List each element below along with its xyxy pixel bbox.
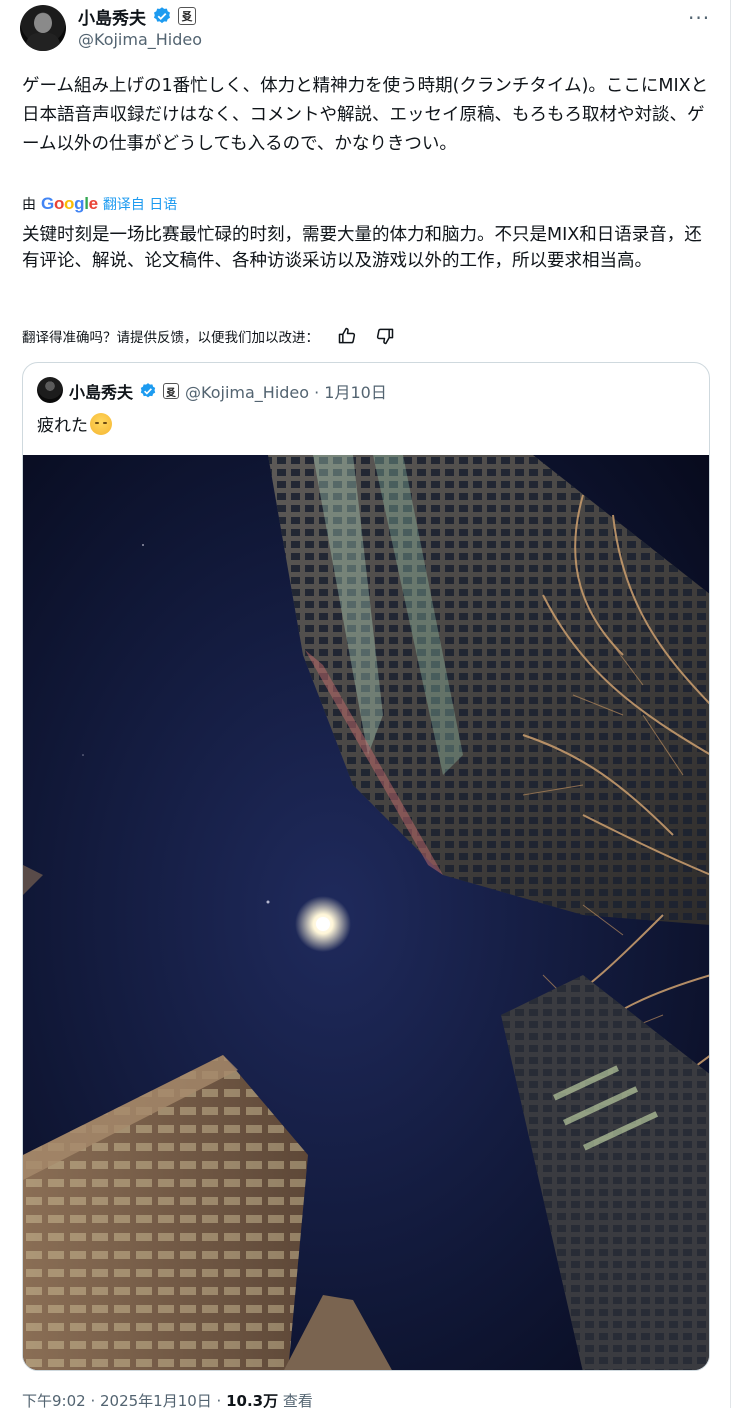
tweet-card: 小島秀夫 㕛 @Kojima_Hideo ··· ゲーム組み上げの1番忙しく、体… [0, 0, 731, 1408]
thumbs-down-icon[interactable] [375, 326, 395, 346]
views-label: 查看 [278, 1392, 313, 1408]
translation-source-link[interactable]: 翻译自 日语 [103, 194, 177, 214]
view-count: 10.3万 [226, 1392, 279, 1408]
author-name-row: 小島秀夫 㕛 [78, 4, 196, 29]
translation-attribution: 由 Google 翻译自 日语 [22, 193, 177, 215]
google-letter-o2: o [64, 194, 75, 213]
quoted-tweet[interactable]: 小島秀夫 㕛 @Kojima_Hideo · 1月10日 疲れた [22, 362, 710, 1371]
affiliate-badge-icon[interactable]: 㕛 [163, 383, 180, 399]
quoted-text: 疲れた [37, 416, 88, 436]
thumbs-up-icon[interactable] [337, 326, 357, 346]
tweet-timestamp[interactable]: 下午9:02 · 2025年1月10日 · [22, 1392, 226, 1408]
quoted-header: 小島秀夫 㕛 @Kojima_Hideo · 1月10日 [69, 379, 387, 403]
author-display-name[interactable]: 小島秀夫 [78, 4, 146, 29]
avatar-face [34, 13, 52, 33]
tired-face-emoji [90, 412, 112, 435]
verified-badge-icon [154, 7, 170, 24]
author-avatar[interactable] [20, 5, 66, 51]
google-letter-o1: o [53, 194, 65, 213]
night-sky-skyscrapers-photo[interactable] [23, 455, 710, 1371]
google-logo: Google [41, 194, 98, 214]
tweet-text-translated: 关键时刻是一场比赛最忙碌的时刻，需要大量的体力和脑力。不只是MIX和日语录音，还… [22, 225, 702, 271]
avatar-body [26, 33, 60, 51]
google-letter-g2: g [74, 194, 85, 213]
quoted-text-row: 疲れた [37, 411, 112, 436]
quoted-author-avatar[interactable] [37, 377, 63, 403]
feedback-prompt: 翻译得准确吗？请提供反馈，以便我们加以改进： [22, 330, 319, 346]
more-icon[interactable]: ··· [688, 6, 710, 30]
translation-feedback: 翻译得准确吗？请提供反馈，以便我们加以改进： [22, 324, 395, 348]
google-letter-g: G [41, 194, 54, 213]
tweet-meta: 下午9:02 · 2025年1月10日 · 10.3万 查看 [22, 1390, 313, 1408]
quoted-handle-date[interactable]: @Kojima_Hideo · 1月10日 [185, 379, 387, 403]
translated-by-label: 由 [22, 197, 36, 213]
affiliate-badge-icon[interactable]: 㕛 [178, 7, 196, 25]
google-letter-e: e [88, 194, 98, 213]
quoted-display-name[interactable]: 小島秀夫 [69, 379, 133, 403]
tweet-text-original: ゲーム組み上げの1番忙しく、体力と精神力を使う時期(クランチタイム)。ここにMI… [22, 76, 709, 154]
verified-badge-icon [140, 383, 156, 398]
author-handle[interactable]: @Kojima_Hideo [78, 30, 202, 49]
